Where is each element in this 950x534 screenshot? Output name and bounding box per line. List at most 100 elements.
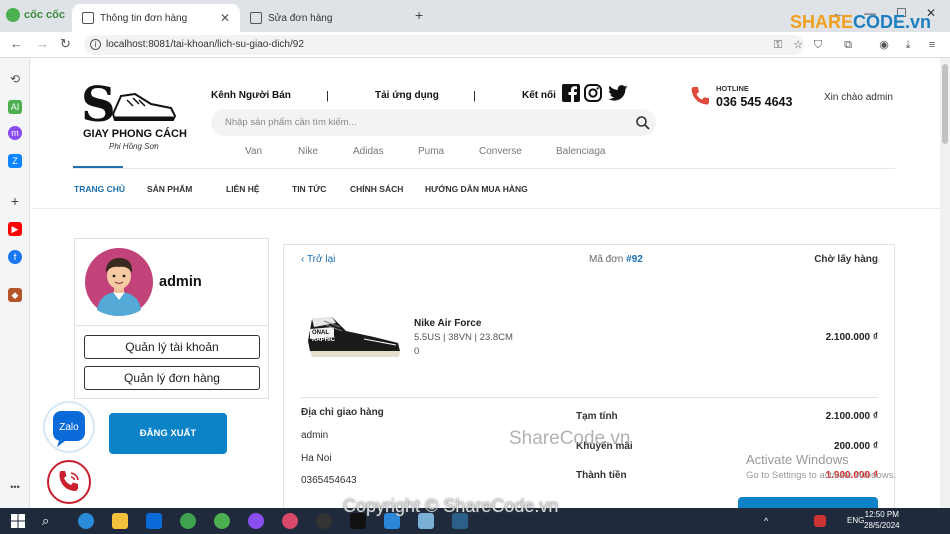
youtube-icon[interactable]: ▶ [8, 222, 22, 236]
zalo-icon: Zalo [53, 411, 85, 447]
close-icon[interactable]: ✕ [220, 11, 230, 25]
shipping-address-title: Địa chỉ giao hàng [301, 407, 384, 418]
url-field[interactable]: i localhost:8081/tai-khoan/lich-su-giao-… [84, 35, 804, 55]
tab-label: Thông tin đơn hàng [100, 12, 188, 24]
download-app-link[interactable]: Tải ứng dụng [375, 90, 439, 101]
product-name[interactable]: Nike Air Force [414, 318, 481, 329]
scrollbar[interactable] [940, 58, 950, 508]
github-icon[interactable] [316, 513, 332, 529]
clock-time: 12:50 PM [864, 510, 899, 519]
product-quantity: 0 [414, 346, 420, 357]
menu-contact[interactable]: LIÊN HỆ [226, 184, 260, 194]
file-explorer-icon[interactable] [112, 513, 128, 529]
logo-subtitle: Phi Hồng Sơn [109, 142, 159, 151]
messenger-icon[interactable] [248, 513, 264, 529]
scrollbar-thumb[interactable] [942, 64, 948, 144]
info-icon[interactable]: i [90, 39, 101, 50]
language-indicator[interactable]: ENG [847, 516, 864, 525]
manage-orders-button[interactable]: Quản lý đơn hàng [84, 366, 260, 390]
menu-news[interactable]: TIN TỨC [292, 184, 326, 194]
chrome-icon[interactable] [180, 513, 196, 529]
zalo-chat-button[interactable]: Zalo [45, 403, 93, 451]
search-input[interactable]: Nhập sản phẩm cần tìm kiếm... [211, 109, 656, 136]
game-icon[interactable]: ◆ [8, 288, 22, 302]
subtotal-value: 2.100.000 ₫ [825, 411, 878, 422]
tab-edit-order[interactable]: Sửa đơn hàng [240, 4, 408, 32]
more-icon[interactable]: ••• [8, 480, 22, 494]
brand-link-converse[interactable]: Converse [479, 146, 522, 157]
separator: | [473, 90, 476, 102]
menu-icon[interactable]: ≡ [926, 39, 938, 51]
reload-icon[interactable]: ↻ [60, 36, 71, 52]
search-icon[interactable]: ⌕ [42, 513, 58, 529]
facebook-icon[interactable] [562, 84, 580, 102]
coccoc-icon[interactable] [214, 513, 230, 529]
extensions-icon[interactable]: ⧉ [842, 39, 854, 51]
menu-home[interactable]: TRANG CHỦ [74, 184, 125, 194]
product-image[interactable]: ONAL RAPHIC [304, 307, 404, 367]
clock-date: 28/5/2024 [864, 521, 900, 530]
tab-order-info[interactable]: Thông tin đơn hàng ✕ [72, 4, 240, 32]
divider [73, 168, 895, 169]
hotline-number[interactable]: 036 545 4643 [716, 95, 792, 109]
instagram-icon[interactable] [584, 84, 602, 102]
tray-app-icon[interactable] [814, 515, 826, 527]
history-icon[interactable]: ⟲ [8, 72, 22, 86]
zalo-icon[interactable] [146, 513, 162, 529]
avatar [85, 248, 153, 316]
svg-text:ONAL: ONAL [312, 330, 329, 336]
star-icon[interactable]: ☆ [792, 39, 804, 51]
tab-label: Sửa đơn hàng [268, 12, 333, 24]
back-icon[interactable]: ← [10, 36, 23, 51]
brand-link-balenciaga[interactable]: Balenciaga [556, 146, 605, 157]
divider [75, 325, 268, 326]
search-icon[interactable] [635, 115, 651, 131]
clock[interactable]: 12:50 PM 28/5/2024 [864, 509, 900, 531]
seller-channel-link[interactable]: Kênh Người Bán [211, 90, 291, 101]
page-icon [82, 12, 94, 24]
back-link[interactable]: ‹ Trở lại [301, 254, 335, 265]
profile-card: admin Quản lý tài khoản Quản lý đơn hàng [74, 238, 269, 399]
zalo-icon[interactable]: Z [8, 154, 22, 168]
facebook-icon[interactable]: f [8, 250, 22, 264]
windows-start-icon[interactable] [10, 513, 26, 529]
order-status: Chờ lấy hàng [814, 254, 878, 265]
brand-link-puma[interactable]: Puma [418, 146, 444, 157]
subtotal-label: Tạm tính [576, 411, 618, 422]
twitter-icon[interactable] [608, 84, 628, 102]
menu-policy[interactable]: CHÍNH SÁCH [350, 184, 403, 194]
ai-icon[interactable]: AI [8, 100, 22, 114]
download-icon[interactable]: ⤓ [902, 39, 914, 51]
new-tab-button[interactable]: + [415, 7, 423, 23]
forward-icon[interactable]: → [36, 36, 49, 51]
key-icon[interactable]: ⚿ [772, 39, 784, 51]
brand-link-adidas[interactable]: Adidas [353, 146, 384, 157]
watermark-text: ShareCode.vn [509, 428, 631, 449]
logout-button[interactable]: ĐĂNG XUẤT [109, 413, 227, 454]
menu-products[interactable]: SẢN PHẨM [147, 184, 192, 194]
shield-icon[interactable]: ⛉ [812, 39, 824, 51]
action-button[interactable] [738, 497, 878, 508]
divider [301, 397, 878, 398]
tray-chevron-icon[interactable]: ^ [764, 513, 780, 529]
shipping-city: Ha Noi [301, 453, 332, 464]
manage-account-button[interactable]: Quản lý tài khoản [84, 335, 260, 359]
hotline-label: HOTLINE [716, 84, 749, 93]
order-id: #92 [626, 254, 643, 265]
brand-link-nike[interactable]: Nike [298, 146, 318, 157]
product-price: 2.100.000 ₫ [825, 332, 878, 343]
messenger-icon[interactable]: m [8, 126, 22, 140]
edge-icon[interactable] [78, 513, 94, 529]
app-icon[interactable] [282, 513, 298, 529]
call-button[interactable] [47, 460, 91, 504]
brand-link-van[interactable]: Van [245, 146, 262, 157]
web-page: S GIAY PHONG CÁCH Phi Hồng Sơn Kênh Ngườ… [31, 58, 940, 508]
user-greeting[interactable]: Xin chào admin [824, 92, 893, 103]
profile-icon[interactable]: ◉ [878, 39, 890, 51]
sneaker-icon [111, 92, 177, 121]
site-logo[interactable]: S GIAY PHONG CÁCH Phi Hồng Sơn [81, 80, 187, 151]
add-icon[interactable]: + [8, 194, 22, 208]
divider [31, 208, 940, 209]
coccoc-logo[interactable]: cốc cốc [6, 8, 65, 22]
menu-buying-guide[interactable]: HƯỚNG DẪN MUA HÀNG [425, 184, 528, 194]
